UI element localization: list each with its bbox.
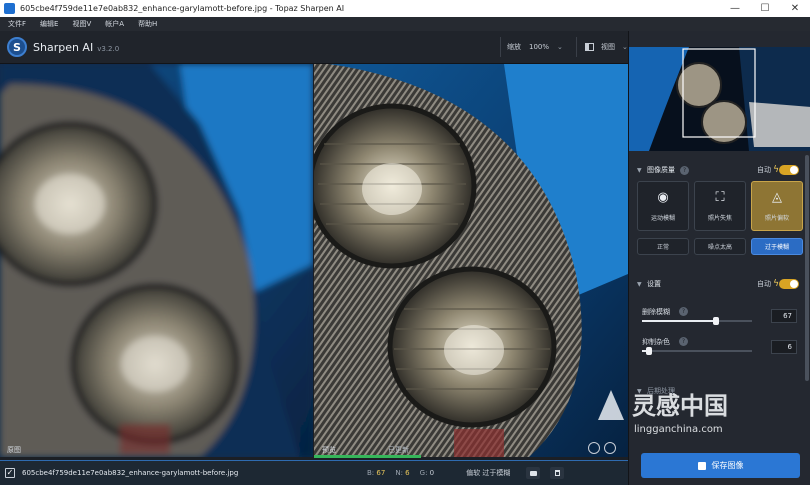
app-version: v3.2.0 [97,44,120,53]
window-title-bar: 605cbe4f759de11e7e0ab832_enhance-garylam… [0,0,810,17]
navigator-image [629,47,810,151]
mode-info: 偏软 过于模糊 [466,469,511,477]
level-normal[interactable]: 正常 [637,238,689,255]
original-headlight-image [0,64,313,457]
close-button[interactable]: ✕ [780,3,810,14]
original-label: 原图 [7,446,21,454]
menu-help[interactable]: 帮助H [138,19,157,29]
app-name: Sharpen AI [33,40,94,54]
mode-too-soft[interactable]: ◬ 照片偏软 [751,181,803,231]
window-title: 605cbe4f759de11e7e0ab832_enhance-garylam… [20,4,345,13]
level-too-noisy[interactable]: 噪点太高 [694,238,746,255]
suppress-noise-label: 抑制杂色 [642,338,670,346]
menu-view[interactable]: 视图V [72,19,91,29]
menu-account[interactable]: 帐户A [105,19,124,29]
file-checkbox[interactable]: ✓ [5,468,15,478]
menu-edit[interactable]: 编辑E [40,19,58,29]
zoom-label: 缩放 [507,43,521,51]
help-icon[interactable]: ? [679,337,688,346]
remove-blur-label: 删除模糊 [642,308,670,316]
watermark-url: lingganchina.com [634,424,723,435]
trash-icon[interactable] [550,467,565,479]
suppress-noise-handle[interactable] [645,347,652,355]
save-label: 保存图像 [711,461,744,470]
zoom-value[interactable]: 100% [529,43,549,51]
split-view-icon[interactable] [585,43,594,51]
file-list-row[interactable]: ✓ 605cbe4f759de11e7e0ab832_enhance-garyl… [0,460,628,485]
chevron-down-icon[interactable]: ⌄ [622,43,628,51]
preview-status: 已更新 [388,446,409,454]
mode-motion-blur[interactable]: ◉ 运动模糊 [637,181,689,231]
processing-progress-bar [314,455,421,458]
focus-person-icon: ⛶ [715,190,725,205]
remove-blur-slider[interactable] [642,317,752,325]
auto-toggle[interactable] [779,279,799,289]
settings-title: 设置 [647,280,661,288]
remove-blur-value[interactable]: 67 [771,309,797,323]
watermark-text-cn: 灵感中国 [632,392,728,420]
original-image-pane[interactable]: 原图 [0,64,313,457]
suppress-noise-value[interactable]: 6 [771,340,797,354]
file-name: 605cbe4f759de11e7e0ab832_enhance-garylam… [22,469,239,477]
auto-toggle[interactable] [779,165,799,175]
app-icon [4,3,15,14]
view-control[interactable]: 视图 ⌄ [576,37,628,57]
minimize-button[interactable]: — [720,3,750,14]
help-icon[interactable]: ? [680,165,689,175]
watermark-logo-icon [598,390,624,420]
stat-blur: B: 67 [367,469,386,477]
preview-image-pane[interactable]: 预览 已更新 [314,64,628,457]
auto-label: 自动 [757,280,771,288]
watermark: 灵感中国 lingganchina.com [588,384,810,444]
navigator-thumbnail[interactable] [629,47,810,151]
view-label[interactable]: 视图 [601,42,615,52]
menu-bar: 文件F 编辑E 视图V 帐户A 帮助H [0,17,810,31]
suppress-noise-slider[interactable] [642,347,752,355]
auto-label: 自动 [757,166,771,174]
zoom-control[interactable]: 缩放 100% ⌄ [500,37,569,57]
collapse-caret-icon[interactable]: ▼ [637,281,643,288]
sidebar-scrollbar[interactable] [805,155,809,381]
preview-headlight-image [314,64,628,457]
settings-header[interactable]: ▼ 设置 自动 ϟ [629,274,803,294]
camera-icon[interactable] [526,467,541,479]
remove-blur-handle[interactable] [712,317,719,325]
image-quality-header[interactable]: ▼ 图像质量 ? 自动 ϟ [629,160,803,180]
image-quality-title: 图像质量 [647,166,675,174]
app-header: S Sharpen AI v3.2.0 缩放 100% ⌄ 视图 ⌄ [0,31,628,64]
save-image-button[interactable]: 保存图像 [641,453,800,478]
help-icon[interactable]: ? [679,307,688,316]
sharpen-logo-icon: S [7,37,27,57]
camera-shake-icon: ◉ [657,190,669,205]
chevron-down-icon[interactable]: ⌄ [557,43,563,51]
water-drop-icon: ◬ [772,190,782,205]
remove-blur-fill [642,320,716,322]
preview-label: 预览 [322,446,336,454]
stat-noise: N: 6 [395,469,410,477]
save-icon [697,461,706,470]
menu-file[interactable]: 文件F [8,19,26,29]
mode-out-of-focus[interactable]: ⛶ 照片失焦 [694,181,746,231]
collapse-caret-icon[interactable]: ▼ [637,167,643,174]
stat-grain: G: 0 [419,469,435,477]
maximize-button[interactable]: ☐ [750,3,780,14]
level-too-blurry[interactable]: 过于模糊 [751,238,803,255]
